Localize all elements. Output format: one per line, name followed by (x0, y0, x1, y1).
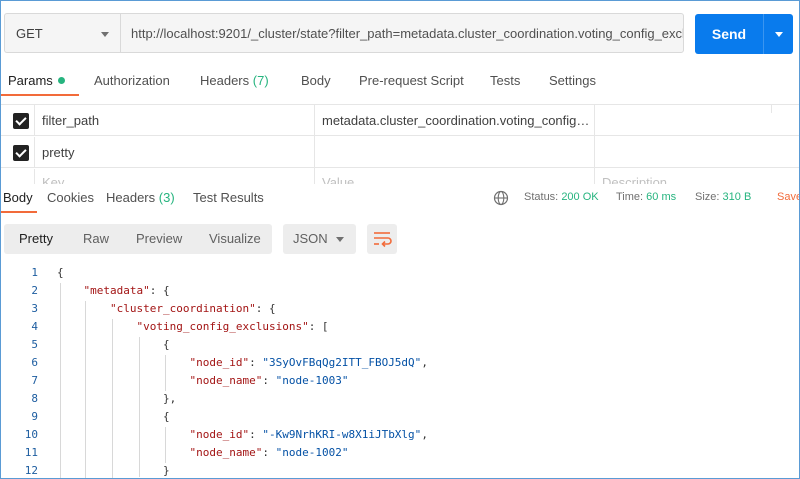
code-line: "cluster_coordination": { (110, 302, 276, 315)
request-bar: GET http://localhost:9201/_cluster/state… (4, 13, 684, 53)
tab-params[interactable]: Params (1, 65, 79, 97)
code-line: "node_name": "node-1002" (189, 446, 349, 459)
param-key[interactable]: pretty (42, 137, 75, 168)
send-dropdown[interactable] (764, 14, 793, 54)
response-body-code[interactable]: 1 {2 "metadata": { 3 "cluster_coordination":… (1, 263, 799, 478)
line-number: 3 (31, 302, 38, 315)
indent-guide (165, 427, 166, 463)
tab-headers[interactable]: Headers (7) (200, 65, 269, 97)
send-button[interactable]: Send (695, 14, 793, 54)
description-placeholder[interactable]: Description (602, 175, 667, 184)
format-select[interactable]: JSON (283, 224, 356, 254)
key-placeholder[interactable]: Key (42, 175, 64, 184)
tab-test-results[interactable]: Test Results (193, 184, 264, 214)
params-active-dot (57, 77, 65, 84)
format-label: JSON (293, 231, 328, 246)
chevron-down-icon (774, 31, 783, 37)
chevron-down-icon (101, 32, 109, 37)
param-key[interactable]: filter_path (42, 105, 99, 136)
url-input[interactable]: http://localhost:9201/_cluster/state?fil… (120, 13, 684, 53)
wrap-icon (374, 232, 392, 248)
wrap-lines-button[interactable] (367, 224, 397, 254)
code-line: }, (163, 392, 177, 405)
time-value: 60 ms (646, 191, 677, 203)
param-row: pretty (1, 137, 799, 168)
indent-guide (139, 337, 140, 477)
line-number: 4 (31, 320, 38, 333)
tab-authorization[interactable]: Authorization (94, 65, 170, 97)
method-label: GET (16, 25, 43, 41)
indent-guide (60, 283, 61, 478)
send-label: Send (711, 26, 747, 42)
code-line: { (163, 410, 170, 423)
code-line: "node_id": "3SyOvFBqQg2ITT_FBOJ5dQ", (189, 356, 428, 369)
status-value: 200 OK (561, 191, 599, 203)
tab-response-body[interactable]: Body (1, 184, 37, 214)
size-value: 310 B (722, 191, 752, 203)
value-placeholder[interactable]: Value (322, 175, 354, 184)
tab-body[interactable]: Body (301, 65, 331, 97)
line-number: 2 (31, 284, 38, 297)
tab-tests[interactable]: Tests (490, 65, 520, 97)
tab-settings[interactable]: Settings (549, 65, 596, 97)
code-line: "node_name": "node-1003" (189, 374, 349, 387)
checkbox-checked-icon[interactable] (13, 113, 29, 129)
status-readout: Status: 200 OK (524, 191, 599, 203)
code-line: "metadata": { (83, 284, 170, 297)
method-select[interactable]: GET (4, 13, 120, 53)
param-checkbox-cell (1, 105, 35, 136)
postman-window: GET http://localhost:9201/_cluster/state… (0, 0, 800, 479)
view-pretty[interactable]: Pretty (19, 224, 53, 254)
chevron-down-icon (336, 237, 344, 242)
view-visualize[interactable]: Visualize (209, 224, 261, 254)
line-number: 7 (31, 374, 38, 387)
line-number: 10 (24, 428, 38, 441)
param-checkbox-cell (1, 137, 35, 168)
line-number: 5 (31, 338, 38, 351)
view-raw[interactable]: Raw (83, 224, 109, 254)
size-readout: Size: 310 B (695, 191, 752, 203)
line-number: 1 (31, 266, 38, 279)
code-line: "node_id": "-Kw9NrhKRI-w8X1iJTbXlg", (189, 428, 428, 441)
code-line: { (163, 338, 170, 351)
view-mode-bar: Pretty Raw Preview Visualize (4, 224, 272, 254)
param-value[interactable]: metadata.cluster_coordination.voting_con… (322, 105, 590, 136)
globe-icon[interactable] (493, 190, 509, 206)
indent-guide (112, 319, 113, 478)
param-checkbox-cell (1, 169, 35, 184)
line-number: 9 (31, 410, 38, 423)
param-row: filter_path metadata.cluster_coordinatio… (1, 105, 799, 136)
line-number: 8 (31, 392, 38, 405)
param-value[interactable] (322, 137, 590, 168)
line-number: 12 (24, 464, 38, 477)
request-tabs: Params Authorization Headers (7) Body Pr… (1, 65, 799, 97)
code-line: } (163, 464, 170, 477)
line-number: 6 (31, 356, 38, 369)
save-response-button[interactable]: Save (777, 191, 799, 203)
tab-cookies[interactable]: Cookies (47, 184, 94, 214)
code-line: { (57, 266, 64, 279)
view-preview[interactable]: Preview (136, 224, 182, 254)
indent-guide (165, 355, 166, 391)
time-readout: Time: 60 ms (616, 191, 677, 203)
params-table: filter_path metadata.cluster_coordinatio… (1, 104, 799, 184)
indent-guide (85, 301, 86, 478)
checkbox-checked-icon[interactable] (13, 145, 29, 161)
code-line: "voting_config_exclusions": [ (136, 320, 329, 333)
tab-response-headers[interactable]: Headers (3) (106, 184, 175, 214)
tab-pre-request-script[interactable]: Pre-request Script (359, 65, 464, 97)
line-number: 11 (24, 446, 38, 459)
response-header: Body Cookies Headers (3) Test Results (1, 184, 799, 214)
param-row-new: Key Value Description (1, 169, 799, 184)
